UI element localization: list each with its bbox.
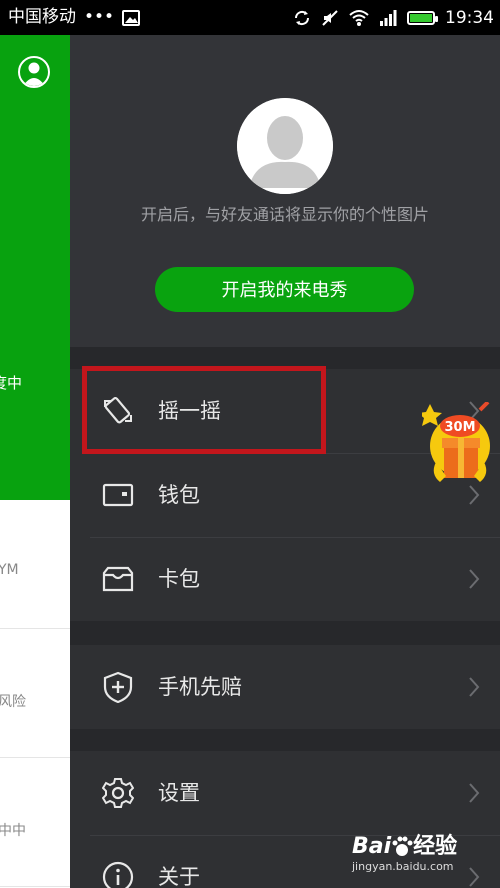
paw-logo-icon [392,836,413,856]
watermark-brand-suffix: 经验 [413,834,458,859]
status-bar: 中国移动 ••• 19:34 [0,0,500,35]
menu-item-label: 关于 [158,865,200,888]
chevron-right-icon [469,783,480,803]
info-icon [102,861,134,888]
list-item[interactable]: 风险 [0,629,70,758]
mute-icon [322,9,338,26]
signal-icon [380,9,397,26]
menu-group-protection: 手机先赔 [70,645,500,729]
wallet-icon [102,483,134,507]
carrier-name: 中国移动 [8,7,76,27]
background-text: 度中 [0,374,23,392]
menu-item-phone-compensation[interactable]: 手机先赔 [70,645,500,729]
card-holder-icon [102,566,134,592]
highlight-box [82,366,326,454]
promo-badge-text: 30M [444,420,475,435]
gear-icon [102,778,134,808]
chevron-right-icon [469,677,480,697]
chevron-right-icon [469,569,480,589]
sync-icon [294,10,310,25]
watermark-brand: Bai [352,834,392,859]
menu-item-label: 手机先赔 [158,675,242,699]
background-app-panel[interactable]: 度中 YM 风险 中中 [0,35,70,888]
avatar-icon[interactable] [18,56,50,88]
image-notification-icon [122,9,141,26]
battery-icon [407,10,438,25]
notification-dots: ••• [84,7,115,27]
baidu-jingyan-watermark: Bai 经验 jingyan.baidu.com [352,828,492,884]
chevron-right-icon [469,485,480,505]
clock: 19:34 [445,7,494,28]
menu-item-settings[interactable]: 设置 [70,751,500,835]
wifi-icon [349,9,369,26]
menu-item-label: 设置 [158,781,200,805]
menu-item-label: 卡包 [158,567,200,591]
section-gap [70,621,500,645]
menu-item-label: 钱包 [158,483,200,507]
list-item[interactable]: 中中 [0,758,70,887]
enable-caller-show-button[interactable]: 开启我的来电秀 [155,267,414,312]
caller-show-hint: 开启后，与好友通话将显示你的个性图片 [140,205,429,224]
menu-item-card-holder[interactable]: 卡包 [70,537,500,621]
section-gap [70,729,500,751]
drawer-header: 开启后，与好友通话将显示你的个性图片 开启我的来电秀 [70,35,500,347]
list-item[interactable]: YM [0,500,70,629]
watermark-url: jingyan.baidu.com [352,860,454,873]
profile-avatar[interactable] [237,98,333,194]
shield-plus-icon [103,671,133,703]
background-header: 度中 [0,35,70,500]
promo-gift-badge[interactable]: 30M [418,400,494,484]
